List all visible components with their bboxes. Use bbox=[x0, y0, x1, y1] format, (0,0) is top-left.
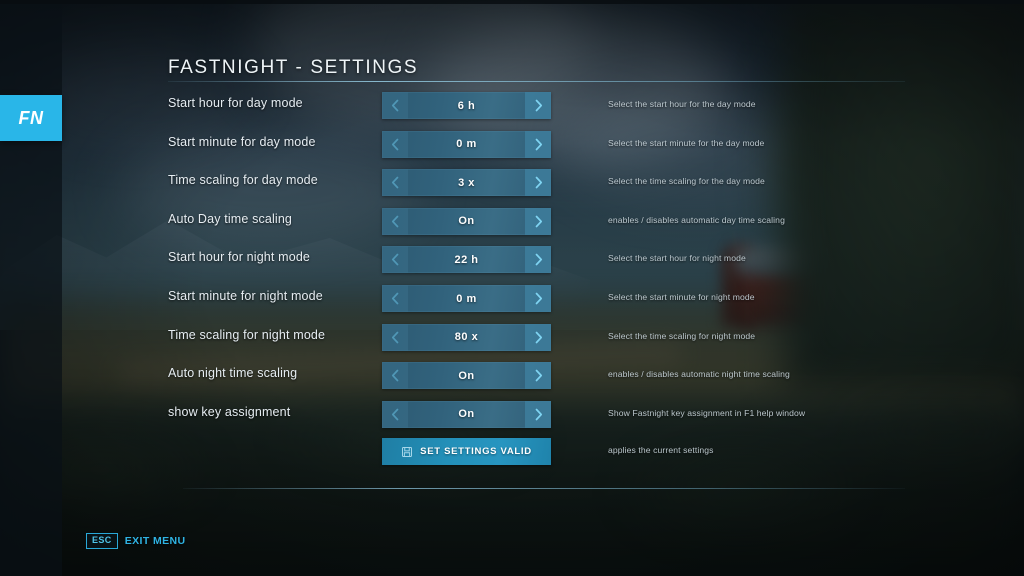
setting-label: Time scaling for night mode bbox=[168, 327, 326, 342]
setting-row: Start minute for night mode 0 m Select the… bbox=[0, 285, 1024, 312]
game-settings-screen: FN FASTNIGHT - SETTINGS Start hour for d… bbox=[0, 0, 1024, 576]
setting-label: Start minute for night mode bbox=[168, 289, 323, 303]
chevron-right-icon[interactable] bbox=[525, 92, 551, 119]
title-divider bbox=[168, 81, 905, 82]
setting-label: Time scaling for day mode bbox=[168, 173, 318, 188]
setting-value: 6 h bbox=[457, 99, 476, 112]
setting-selector[interactable]: 22 h bbox=[382, 246, 551, 274]
setting-row: Auto Day time scaling On enables / disable… bbox=[0, 207, 1024, 235]
setting-description: enables / disables automatic night time … bbox=[608, 369, 790, 380]
setting-selector[interactable]: 0 m bbox=[382, 285, 551, 312]
setting-row: Start hour for night mode 22 h Select the … bbox=[0, 246, 1024, 274]
save-disk-icon bbox=[402, 446, 413, 457]
chevron-right-icon[interactable] bbox=[525, 246, 551, 274]
setting-selector[interactable]: 3 x bbox=[382, 169, 551, 197]
setting-value: On bbox=[458, 408, 475, 421]
chevron-right-icon[interactable] bbox=[525, 362, 551, 390]
setting-row: Time scaling for night mode 80 x Select th… bbox=[0, 323, 1024, 351]
setting-row: Time scaling for day mode 3 x Select the t… bbox=[0, 169, 1024, 197]
exit-menu-label: EXIT MENU bbox=[124, 535, 186, 547]
chevron-left-icon[interactable] bbox=[382, 169, 408, 197]
setting-label: Start minute for day mode bbox=[168, 134, 316, 149]
setting-description: Select the start hour for night mode bbox=[608, 253, 746, 264]
setting-description: Select the start minute for night mode bbox=[608, 292, 755, 302]
chevron-right-icon[interactable] bbox=[525, 207, 551, 235]
setting-description: Select the time scaling for the day mode bbox=[608, 176, 765, 187]
page-title: FASTNIGHT - SETTINGS bbox=[168, 57, 419, 78]
setting-value: 80 x bbox=[454, 331, 479, 344]
setting-selector[interactable]: 6 h bbox=[382, 92, 551, 119]
settings-content: FASTNIGHT - SETTINGS Start hour for day … bbox=[0, 0, 1024, 576]
bottom-divider bbox=[183, 488, 905, 489]
setting-description: Select the start minute for the day mode bbox=[608, 137, 765, 148]
esc-key-badge: ESC bbox=[86, 533, 118, 549]
exit-menu-button[interactable]: ESC EXIT MENU bbox=[86, 533, 186, 549]
setting-label: show key assignment bbox=[168, 404, 291, 419]
setting-label: Auto Day time scaling bbox=[168, 211, 293, 226]
setting-value: 22 h bbox=[454, 253, 479, 266]
setting-description: Show Fastnight key assignment in F1 help… bbox=[608, 407, 806, 418]
setting-label: Auto night time scaling bbox=[168, 366, 298, 381]
action-button-label: SET SETTINGS VALID bbox=[420, 446, 532, 457]
set-settings-valid-button[interactable]: SET SETTINGS VALID bbox=[382, 438, 551, 465]
setting-value: 3 x bbox=[458, 176, 475, 189]
chevron-left-icon[interactable] bbox=[382, 130, 408, 158]
chevron-left-icon[interactable] bbox=[382, 323, 408, 351]
setting-value: 0 m bbox=[456, 138, 477, 151]
setting-selector[interactable]: 0 m bbox=[382, 130, 551, 158]
setting-selector[interactable]: On bbox=[382, 207, 551, 235]
setting-description: Select the time scaling for night mode bbox=[608, 330, 756, 341]
chevron-right-icon[interactable] bbox=[525, 169, 551, 197]
setting-selector[interactable]: On bbox=[382, 362, 551, 390]
setting-row: Auto night time scaling On enables / disab… bbox=[0, 362, 1024, 390]
chevron-left-icon[interactable] bbox=[382, 400, 408, 428]
chevron-left-icon[interactable] bbox=[382, 207, 408, 235]
chevron-right-icon[interactable] bbox=[525, 323, 551, 351]
setting-selector[interactable]: 80 x bbox=[382, 323, 551, 351]
setting-value: 0 m bbox=[456, 292, 477, 305]
action-description: applies the current settings bbox=[608, 445, 714, 455]
setting-selector[interactable]: On bbox=[382, 400, 551, 428]
chevron-right-icon[interactable] bbox=[525, 130, 551, 158]
setting-row: Start minute for day mode 0 m Select the s… bbox=[0, 130, 1024, 158]
setting-value: On bbox=[458, 369, 475, 382]
setting-label: Start hour for day mode bbox=[168, 96, 303, 110]
action-row: SET SETTINGS VALID applies the current s… bbox=[0, 438, 1024, 465]
chevron-left-icon[interactable] bbox=[382, 92, 408, 119]
setting-description: Select the start hour for the day mode bbox=[608, 99, 756, 109]
chevron-left-icon[interactable] bbox=[382, 285, 408, 312]
chevron-left-icon[interactable] bbox=[382, 246, 408, 274]
chevron-right-icon[interactable] bbox=[525, 400, 551, 428]
setting-value: On bbox=[458, 215, 475, 228]
setting-label: Start hour for night mode bbox=[168, 250, 311, 265]
setting-row: show key assignment On Show Fastnight key … bbox=[0, 400, 1024, 428]
chevron-left-icon[interactable] bbox=[382, 362, 408, 390]
setting-row: Start hour for day mode 6 h Select the sta… bbox=[0, 92, 1024, 119]
setting-description: enables / disables automatic day time sc… bbox=[608, 214, 785, 225]
chevron-right-icon[interactable] bbox=[525, 285, 551, 312]
